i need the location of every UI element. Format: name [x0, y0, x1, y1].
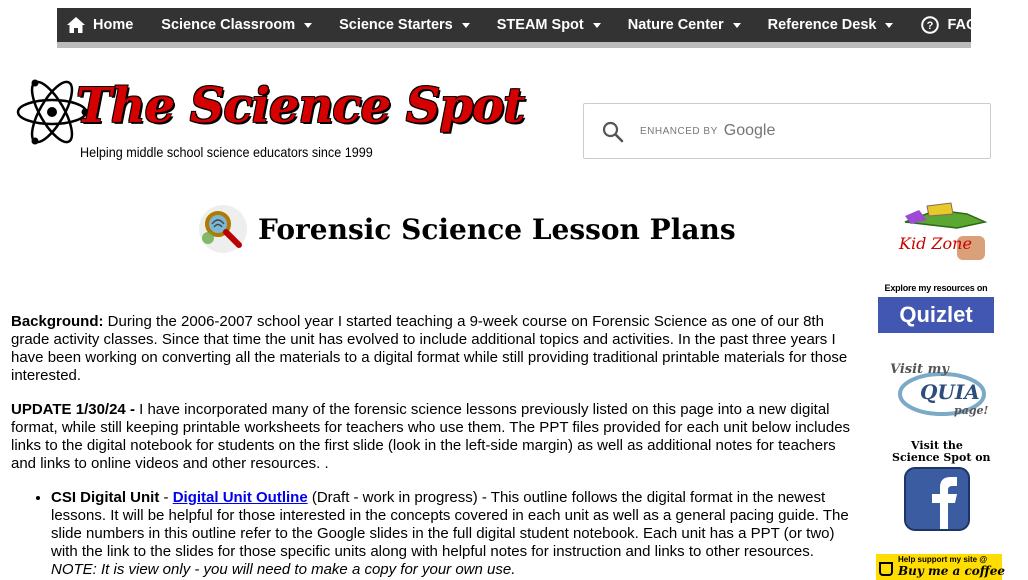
update-paragraph: UPDATE 1/30/24 - I have incorporated man… — [11, 401, 857, 473]
nav-science-starters-label: Science Starters — [339, 17, 453, 33]
coffee-brand: Buy me a coffee — [898, 564, 1005, 578]
chevron-down-icon — [885, 22, 894, 28]
nav-home-label: Home — [93, 17, 134, 33]
site-logo[interactable]: The Science Spot Helping middle school s… — [16, 74, 525, 166]
coffee-cup-icon — [879, 562, 893, 576]
quizlet-caption: Explore my resources on — [884, 283, 988, 293]
page-heading: Forensic Science Lesson Plans — [198, 203, 736, 255]
quia-caption: Visit my — [890, 362, 949, 377]
search-input[interactable] — [640, 122, 974, 144]
nav-nature-center[interactable]: Nature Center — [628, 17, 741, 33]
csi-note: NOTE: It is view only - you will need to… — [51, 561, 516, 578]
nav-faqs[interactable]: ? FAQs — [921, 16, 985, 34]
quizlet-logo: Quizlet — [878, 297, 994, 333]
svg-text:?: ? — [927, 20, 934, 32]
chevron-down-icon — [461, 22, 470, 28]
quizlet-badge[interactable]: Explore my resources on Quizlet — [878, 283, 994, 337]
nav-nature-center-label: Nature Center — [627, 17, 724, 33]
nav-reference-desk-label: Reference Desk — [767, 17, 877, 33]
chevron-down-icon — [732, 22, 741, 28]
list-item: CSI Digital Unit - Digital Unit Outline … — [51, 489, 857, 579]
background-text: During the 2006-2007 school year I start… — [11, 313, 848, 384]
page-title: Forensic Science Lesson Plans — [258, 212, 736, 246]
search-icon[interactable] — [602, 121, 624, 148]
search-box: ENHANCED BY Google — [583, 103, 991, 159]
magnifier-fingerprint-icon — [199, 205, 247, 253]
nav-shadow — [57, 42, 971, 48]
update-label: UPDATE 1/30/24 - — [11, 401, 140, 418]
coffee-caption: Help support my site @ — [898, 555, 988, 564]
kid-zone-badge[interactable]: Kid Zone — [897, 200, 989, 262]
nav-bar: Home Science Classroom Science Starters … — [57, 8, 985, 42]
nav-faqs-label: FAQs — [947, 17, 986, 33]
facebook-badge[interactable]: Visit the Science Spot on — [892, 440, 991, 531]
nav-science-classroom-label: Science Classroom — [161, 17, 296, 33]
nav-steam-spot[interactable]: STEAM Spot — [497, 17, 601, 33]
unit-list: CSI Digital Unit - Digital Unit Outline … — [11, 489, 857, 579]
nav-reference-desk[interactable]: Reference Desk — [768, 17, 894, 33]
facebook-icon — [904, 467, 970, 531]
quia-footer: page! — [954, 404, 989, 417]
chevron-down-icon — [592, 22, 601, 28]
nav-science-starters[interactable]: Science Starters — [339, 17, 470, 33]
main-nav: Home Science Classroom Science Starters … — [57, 8, 985, 48]
home-icon — [67, 17, 85, 33]
nav-steam-spot-label: STEAM Spot — [496, 17, 584, 33]
kid-zone-label: Kid Zone — [899, 234, 972, 253]
csi-unit-label: CSI Digital Unit — [51, 489, 160, 506]
nav-science-classroom[interactable]: Science Classroom — [161, 17, 313, 33]
chevron-down-icon — [304, 22, 313, 28]
background-label: Background: — [11, 313, 104, 330]
logo-subtitle: Helping middle school science educators … — [80, 144, 373, 160]
logo-title: The Science Spot — [76, 78, 525, 134]
csi-dash: - — [159, 489, 173, 506]
help-icon: ? — [921, 16, 940, 34]
quia-badge[interactable]: Visit my QUIA page! — [886, 360, 990, 422]
nav-home[interactable]: Home — [67, 17, 133, 33]
background-paragraph: Background: During the 2006-2007 school … — [11, 313, 857, 385]
digital-unit-outline-link[interactable]: Digital Unit Outline — [173, 489, 308, 506]
main-content: Background: During the 2006-2007 school … — [11, 313, 857, 579]
quia-logo: QUIA — [920, 380, 980, 404]
buy-me-coffee-badge[interactable]: Help support my site @ Buy me a coffee — [876, 554, 1005, 580]
facebook-caption-2: Science Spot on — [892, 451, 991, 464]
